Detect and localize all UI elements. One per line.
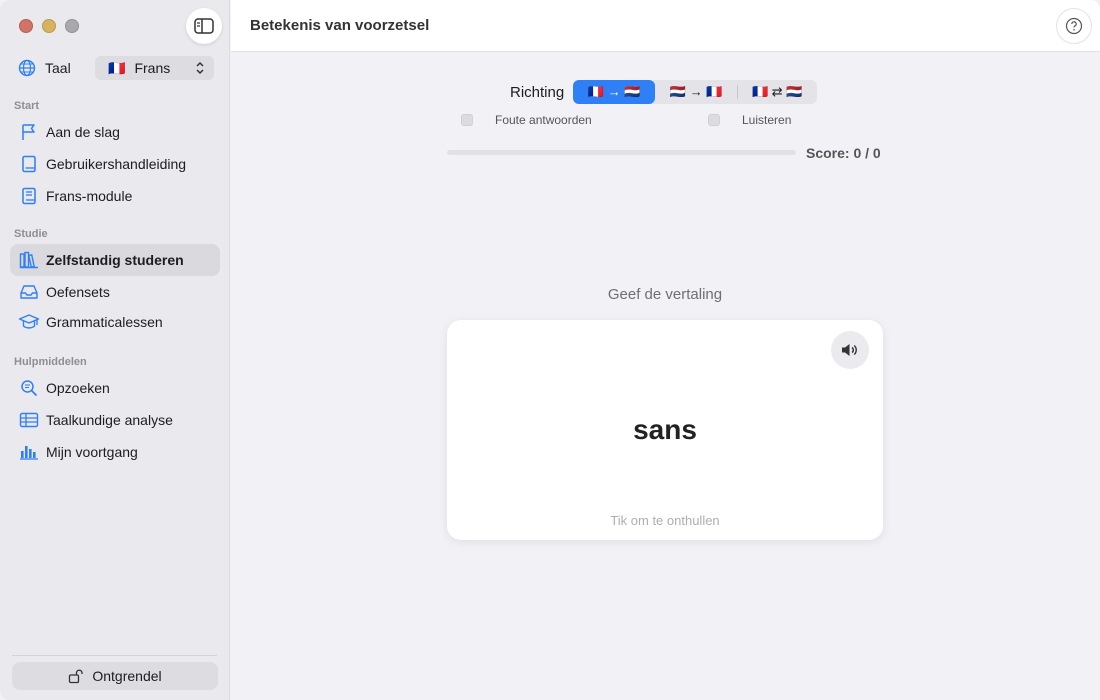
wrong-answers-label: Foute antwoorden xyxy=(495,113,592,127)
direction-segmented-control: 🇫🇷 → 🇳🇱 🇳🇱 → 🇫🇷 🇫🇷 ⇄ 🇳🇱 xyxy=(573,80,818,104)
sidebar-item-aan-de-slag[interactable]: Aan de slag xyxy=(10,116,220,148)
flag-icon xyxy=(18,121,40,143)
books-icon xyxy=(18,249,40,271)
sidebar-item-oefensets[interactable]: Oefensets xyxy=(10,276,220,308)
help-button[interactable] xyxy=(1056,8,1092,44)
magnifier-icon xyxy=(18,377,40,399)
play-audio-button[interactable] xyxy=(831,331,869,369)
unlock-icon xyxy=(68,668,84,684)
direction-fr-to-nl-button[interactable]: 🇫🇷 → 🇳🇱 xyxy=(573,80,656,104)
sidebar: Taal 🇫🇷 Frans Start Aan de slag Gebruike… xyxy=(0,0,230,700)
language-row: Taal 🇫🇷 Frans xyxy=(18,56,214,80)
listening-checkbox[interactable] xyxy=(708,114,720,126)
sidebar-item-label: Mijn voortgang xyxy=(46,444,138,460)
sidebar-icon xyxy=(194,18,214,34)
app-window: Taal 🇫🇷 Frans Start Aan de slag Gebruike… xyxy=(0,0,1100,700)
sidebar-toggle-button[interactable] xyxy=(186,8,222,44)
sidebar-item-grammaticalessen[interactable]: Grammaticalessen xyxy=(10,306,220,338)
option-listening[interactable]: Luisteren xyxy=(708,113,791,127)
france-flag-icon: 🇫🇷 xyxy=(108,59,126,76)
option-wrong-answers[interactable]: Foute antwoorden xyxy=(461,113,592,127)
sidebar-item-zelfstandig-studeren[interactable]: Zelfstandig studeren xyxy=(10,244,220,276)
minimize-window-button[interactable] xyxy=(42,19,56,33)
sidebar-item-label: Gebruikershandleiding xyxy=(46,156,187,172)
question-mark-icon xyxy=(1065,17,1083,35)
speaker-icon xyxy=(842,344,857,356)
flashcard[interactable]: sans Tik om te onthullen xyxy=(447,320,883,540)
page-title: Betekenis van voorzetsel xyxy=(250,17,430,34)
sidebar-item-label: Zelfstandig studeren xyxy=(46,252,184,268)
direction-label: Richting xyxy=(510,83,565,101)
sidebar-item-label: Frans-module xyxy=(46,188,133,204)
section-title-start: Start xyxy=(14,100,40,112)
bar-chart-icon xyxy=(18,441,40,463)
score-text: Score: 0 / 0 xyxy=(806,145,881,161)
sidebar-item-opzoeken[interactable]: Opzoeken xyxy=(10,372,220,404)
table-icon xyxy=(18,409,40,431)
sidebar-divider xyxy=(12,655,217,656)
direction-both-button[interactable]: 🇫🇷 ⇄ 🇳🇱 xyxy=(737,80,817,104)
chevron-updown-icon xyxy=(196,61,204,75)
section-title-hulpmiddelen: Hulpmiddelen xyxy=(14,356,87,368)
sidebar-item-frans-module[interactable]: Frans-module xyxy=(10,180,220,212)
section-title-studie: Studie xyxy=(14,228,48,240)
globe-icon xyxy=(18,59,36,77)
card-hint: Tik om te onthullen xyxy=(610,513,720,528)
zoom-window-button[interactable] xyxy=(65,19,79,33)
toolbar: Betekenis van voorzetsel xyxy=(231,0,1100,52)
sidebar-item-label: Oefensets xyxy=(46,284,110,300)
sidebar-item-mijn-voortgang[interactable]: Mijn voortgang xyxy=(10,436,220,468)
unlock-button[interactable]: Ontgrendel xyxy=(12,662,218,690)
book-icon xyxy=(18,153,40,175)
sidebar-item-label: Taalkundige analyse xyxy=(46,412,173,428)
window-controls xyxy=(19,19,79,33)
language-select-value: Frans xyxy=(134,60,171,76)
tray-icon xyxy=(18,281,40,303)
book-module-icon xyxy=(18,185,40,207)
sidebar-item-label: Grammaticalessen xyxy=(46,314,163,330)
sidebar-item-taalkundige-analyse[interactable]: Taalkundige analyse xyxy=(10,404,220,436)
sidebar-item-gebruikershandleiding[interactable]: Gebruikershandleiding xyxy=(10,148,220,180)
direction-row: Richting 🇫🇷 → 🇳🇱 🇳🇱 → 🇫🇷 🇫🇷 ⇄ 🇳🇱 xyxy=(510,80,818,104)
card-word: sans xyxy=(633,414,697,445)
language-select[interactable]: 🇫🇷 Frans xyxy=(95,56,214,80)
unlock-label: Ontgrendel xyxy=(92,668,162,684)
listening-label: Luisteren xyxy=(742,113,792,127)
close-window-button[interactable] xyxy=(19,19,33,33)
progress-bar xyxy=(447,150,796,155)
direction-nl-to-fr-button[interactable]: 🇳🇱 → 🇫🇷 xyxy=(655,80,737,104)
graduation-cap-icon xyxy=(18,311,40,333)
language-label: Taal xyxy=(45,60,71,76)
prompt-text: Geef de vertaling xyxy=(607,286,723,303)
wrong-answers-checkbox[interactable] xyxy=(461,114,473,126)
sidebar-item-label: Aan de slag xyxy=(46,124,120,140)
sidebar-item-label: Opzoeken xyxy=(46,380,110,396)
